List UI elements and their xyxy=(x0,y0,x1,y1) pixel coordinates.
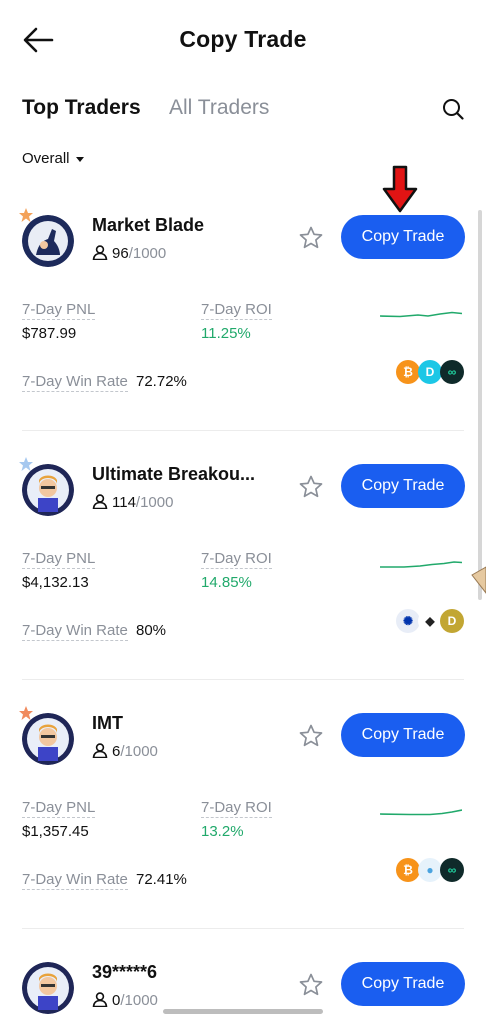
followers-max: /1000 xyxy=(128,245,167,262)
follower-count: 6/1000 xyxy=(92,743,158,760)
trader-card[interactable]: Ultimate Breakou... 114/1000 Copy Trade … xyxy=(0,456,486,704)
chain-icon: ∞ xyxy=(440,360,464,384)
bitcoin-icon: ₿ xyxy=(396,858,420,882)
overall-filter-dropdown[interactable]: Overall xyxy=(22,150,84,167)
trader-name[interactable]: 39*****6 xyxy=(92,962,157,983)
card-divider xyxy=(22,430,464,431)
copy-trade-button[interactable]: Copy Trade xyxy=(341,962,465,1006)
pnl-value: $787.99 xyxy=(22,325,77,342)
followers-value: 114 xyxy=(112,494,136,511)
followers-max: /1000 xyxy=(135,494,174,511)
pnl-label[interactable]: 7-Day PNL xyxy=(22,799,96,818)
copy-trade-button[interactable]: Copy Trade xyxy=(341,464,465,508)
pnl-sparkline xyxy=(380,561,462,568)
win-rate-label[interactable]: 7-Day Win Rate xyxy=(22,622,128,641)
trader-card[interactable]: Market Blade 96/1000 Copy Trade 7-Day PN… xyxy=(0,207,486,455)
filter-label: Overall xyxy=(22,150,70,167)
search-icon[interactable] xyxy=(442,98,464,120)
pnl-label[interactable]: 7-Day PNL xyxy=(22,550,96,569)
dash-icon: D xyxy=(418,360,442,384)
follower-count: 114/1000 xyxy=(92,494,173,511)
win-rate-value: 72.72% xyxy=(136,373,187,390)
roi-label[interactable]: 7-Day ROI xyxy=(201,550,272,569)
roi-value: 14.85% xyxy=(201,574,252,591)
ethereum-icon: ◆ xyxy=(418,609,442,633)
pnl-value: $1,357.45 xyxy=(22,823,89,840)
cardano-icon: ✺ xyxy=(396,609,420,633)
chain-icon: ∞ xyxy=(440,858,464,882)
follower-count: 0/1000 xyxy=(92,992,158,1009)
water-drop-icon: ● xyxy=(418,858,442,882)
home-indicator xyxy=(163,1009,323,1014)
coin-icons: ₿ D ∞ xyxy=(396,360,464,384)
follower-count: 96/1000 xyxy=(92,245,166,262)
tab-top-traders[interactable]: Top Traders xyxy=(22,96,141,120)
roi-value: 13.2% xyxy=(201,823,244,840)
dogecoin-icon: D xyxy=(440,609,464,633)
person-icon xyxy=(92,992,108,1007)
star-icon[interactable] xyxy=(298,225,324,251)
pnl-sparkline xyxy=(380,311,462,318)
top-bar: Copy Trade xyxy=(0,0,486,80)
win-rate-value: 72.41% xyxy=(136,871,187,888)
star-icon[interactable] xyxy=(298,972,324,998)
person-icon xyxy=(92,743,108,758)
person-icon xyxy=(92,245,108,260)
roi-label[interactable]: 7-Day ROI xyxy=(201,301,272,320)
trader-name[interactable]: Market Blade xyxy=(92,215,204,236)
red-arrow-annotation xyxy=(382,165,418,213)
card-divider xyxy=(22,928,464,929)
coin-icons: ₿ ● ∞ xyxy=(396,858,464,882)
followers-max: /1000 xyxy=(120,743,158,760)
win-rate-label[interactable]: 7-Day Win Rate xyxy=(22,871,128,890)
roi-label[interactable]: 7-Day ROI xyxy=(201,799,272,818)
trader-name[interactable]: Ultimate Breakou... xyxy=(92,464,255,485)
page-title: Copy Trade xyxy=(179,26,307,52)
pnl-value: $4,132.13 xyxy=(22,574,89,591)
copy-trade-button[interactable]: Copy Trade xyxy=(341,713,465,757)
rank-badge-icon xyxy=(19,208,33,222)
trader-tabs: Top Traders All Traders xyxy=(22,96,464,128)
followers-value: 96 xyxy=(112,245,129,262)
copy-trade-button[interactable]: Copy Trade xyxy=(341,215,465,259)
person-icon xyxy=(92,494,108,509)
caret-down-icon xyxy=(75,156,84,162)
followers-max: /1000 xyxy=(120,992,158,1009)
win-rate-value: 80% xyxy=(136,622,167,639)
rank-badge-icon xyxy=(19,457,33,471)
card-divider xyxy=(22,679,464,680)
rank-badge-icon xyxy=(19,706,33,720)
win-rate-label[interactable]: 7-Day Win Rate xyxy=(22,373,128,392)
floating-tab-icon[interactable] xyxy=(470,565,486,595)
tab-all-traders[interactable]: All Traders xyxy=(169,96,269,120)
star-icon[interactable] xyxy=(298,474,324,500)
coin-icons: ✺ ◆ D xyxy=(396,609,464,633)
trader-card[interactable]: IMT 6/1000 Copy Trade 7-Day PNL $1,357.4… xyxy=(0,705,486,953)
bitcoin-icon: ₿ xyxy=(396,360,420,384)
trader-name[interactable]: IMT xyxy=(92,713,123,734)
pnl-label[interactable]: 7-Day PNL xyxy=(22,301,96,320)
star-icon[interactable] xyxy=(298,723,324,749)
roi-value: 11.25% xyxy=(201,325,251,342)
avatar xyxy=(22,962,74,1014)
pnl-sparkline xyxy=(380,809,462,816)
